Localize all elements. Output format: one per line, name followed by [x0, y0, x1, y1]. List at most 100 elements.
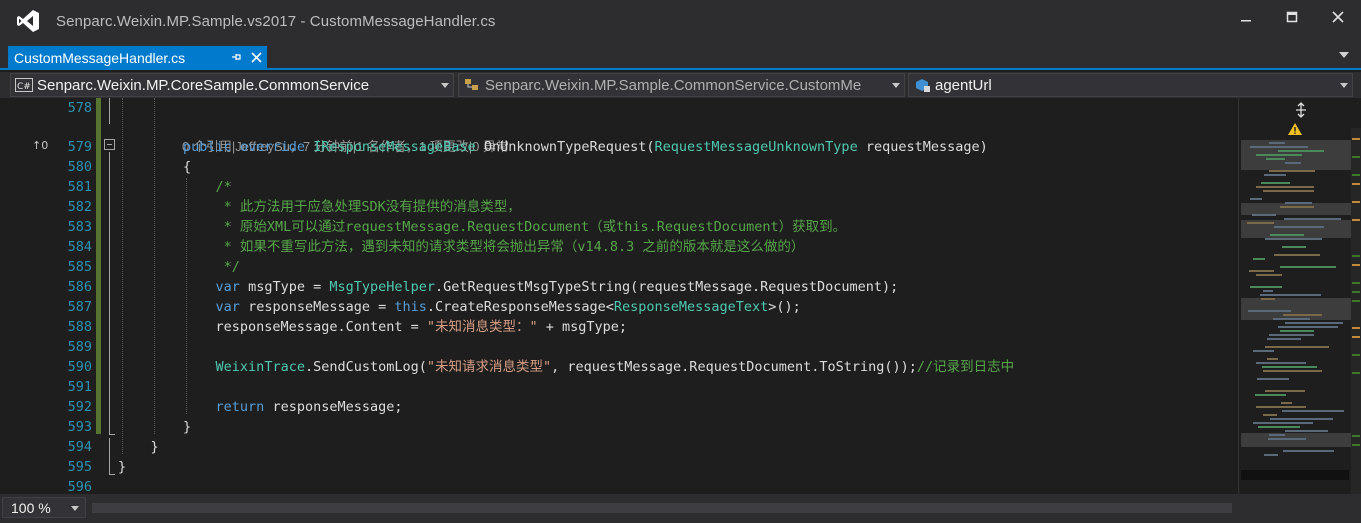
window-controls [1223, 0, 1361, 34]
code-token: var [215, 299, 240, 315]
zoom-dropdown[interactable]: 100 % [2, 497, 86, 518]
minimap-code-line [1256, 406, 1306, 408]
minimap-code-line [1253, 422, 1313, 424]
code-line[interactable]: 580 { [0, 157, 1238, 177]
minimap-code-line [1264, 174, 1286, 176]
code-line[interactable]: 595} [0, 457, 1238, 477]
minimap-code-line [1285, 430, 1328, 432]
minimap-code-line [1274, 226, 1324, 228]
minimap-code-line [1285, 322, 1343, 324]
code-text: return responseMessage; [118, 397, 403, 417]
scroll-marker [1352, 264, 1360, 266]
code-text: /* [118, 177, 232, 197]
member-dropdown[interactable]: agentUrl [908, 73, 1353, 97]
code-line[interactable]: 590 WeixinTrace.SendCustomLog("未知请求消息类型"… [0, 357, 1238, 377]
minimap-code-line [1266, 158, 1285, 160]
minimap-code-line [1258, 426, 1300, 428]
split-handle-icon[interactable] [1239, 98, 1361, 122]
codelens-line: 0 个引用|JeffreySu，7 分钟前|1 名作者，1 项更改|0 异常 [0, 117, 1238, 154]
code-editor[interactable]: ↑0 0 个引用|JeffreySu，7 分钟前|1 名作者，1 项更改|0 异… [0, 98, 1238, 494]
project-name: Senparc.Weixin.MP.CoreSample.CommonServi… [37, 76, 370, 94]
minimap-code-line [1280, 206, 1314, 208]
line-number: 582 [67, 199, 92, 215]
code-line[interactable]: 591 [0, 377, 1238, 397]
code-line[interactable]: 578 [0, 98, 1238, 118]
scroll-marker [1352, 354, 1360, 356]
scroll-marker [1352, 291, 1360, 293]
code-line[interactable]: 594 } [0, 437, 1238, 457]
code-line[interactable]: 579 public override IResponseMessageBase… [0, 137, 1238, 157]
code-line[interactable]: 593 } [0, 417, 1238, 437]
minimap-code-line [1255, 394, 1286, 396]
code-token: ResponseMessageText [613, 299, 769, 315]
navigation-bar: C# Senparc.Weixin.MP.CoreSample.CommonSe… [0, 72, 1361, 98]
minimap-highlight [1241, 298, 1351, 320]
code-line[interactable]: 592 return responseMessage; [0, 397, 1238, 417]
tab-custom-message-handler[interactable]: CustomMessageHandler.cs [8, 46, 267, 70]
minimap-code-line [1269, 142, 1285, 144]
minimap-code-line [1285, 202, 1312, 204]
minimap-code-line [1269, 334, 1314, 336]
minimap-code-line [1249, 270, 1274, 272]
scroll-marker [1352, 183, 1360, 185]
code-line[interactable]: 587 var responseMessage = this.CreateRes… [0, 297, 1238, 317]
code-line[interactable]: 583 * 原始XML可以通过requestMessage.RequestDoc… [0, 217, 1238, 237]
minimap-scrollbar[interactable] [1238, 98, 1361, 494]
minimap-code-line [1283, 314, 1322, 316]
minimize-button[interactable] [1223, 0, 1269, 34]
horizontal-scrollbar[interactable] [92, 503, 1232, 513]
code-line[interactable]: 588 responseMessage.Content = "未知消息类型：" … [0, 317, 1238, 337]
code-line[interactable]: 586 var msgType = MsgTypeHelper.GetReque… [0, 277, 1238, 297]
code-line[interactable]: 582 * 此方法用于应急处理SDK没有提供的消息类型， [0, 197, 1238, 217]
minimap-code-line [1263, 414, 1277, 416]
scroll-marker [1352, 300, 1360, 302]
pin-icon[interactable] [227, 51, 245, 66]
code-line[interactable]: 589 [0, 337, 1238, 357]
minimap-code-line [1250, 198, 1262, 200]
code-text: WeixinTrace.SendCustomLog("未知请求消息类型", re… [118, 357, 1015, 377]
minimap-code-line [1256, 154, 1302, 156]
code-line[interactable]: 584 * 如果不重写此方法，遇到未知的请求类型将会抛出异常（v14.8.3 之… [0, 237, 1238, 257]
line-number: 587 [67, 299, 92, 315]
title-bar: Senparc.Weixin.MP.Sample.vs2017 - Custom… [0, 0, 1361, 42]
tab-label: CustomMessageHandler.cs [14, 50, 186, 66]
class-icon [463, 77, 481, 93]
code-token: >(); [768, 299, 801, 315]
line-number: 579 [67, 139, 92, 155]
minimap-code-line [1284, 218, 1341, 220]
class-dropdown[interactable]: Senparc.Weixin.MP.Sample.CommonService.C… [458, 73, 905, 97]
chevron-down-icon [1336, 82, 1352, 88]
code-token: { [118, 159, 192, 175]
code-line[interactable]: 585 */ [0, 257, 1238, 277]
code-token: .SendCustomLog( [304, 359, 427, 375]
minimap-viewport[interactable] [1241, 470, 1349, 480]
minimap-code-line [1256, 274, 1282, 276]
line-number: 580 [67, 159, 92, 175]
maximize-button[interactable] [1269, 0, 1315, 34]
code-line[interactable]: 596 [0, 477, 1238, 494]
tab-list-dropdown-icon[interactable] [1339, 52, 1349, 58]
code-token: //记录到日志中 [916, 359, 1015, 375]
code-line[interactable]: 581 /* [0, 177, 1238, 197]
minimap-code-line [1253, 350, 1274, 352]
code-token: * 原始XML可以通过requestMessage.RequestDocumen… [118, 219, 847, 235]
warning-icon[interactable] [1287, 122, 1305, 138]
tab-close-icon[interactable] [245, 50, 267, 67]
code-token: requestMessage) [857, 139, 988, 155]
code-token: "未知请求消息类型" [426, 359, 552, 375]
minimap-code-line [1280, 266, 1336, 268]
code-token: RequestMessageUnknownType [654, 139, 858, 155]
minimap-code-line [1265, 238, 1322, 240]
line-number: 594 [67, 439, 92, 455]
code-text: { [118, 157, 191, 177]
close-window-button[interactable] [1315, 0, 1361, 34]
project-dropdown[interactable]: C# Senparc.Weixin.MP.CoreSample.CommonSe… [10, 73, 454, 97]
code-text: * 如果不重写此方法，遇到未知的请求类型将会抛出异常（v14.8.3 之前的版本… [118, 237, 805, 257]
minimap-code-line [1278, 326, 1338, 328]
minimap-code-line [1263, 290, 1273, 292]
